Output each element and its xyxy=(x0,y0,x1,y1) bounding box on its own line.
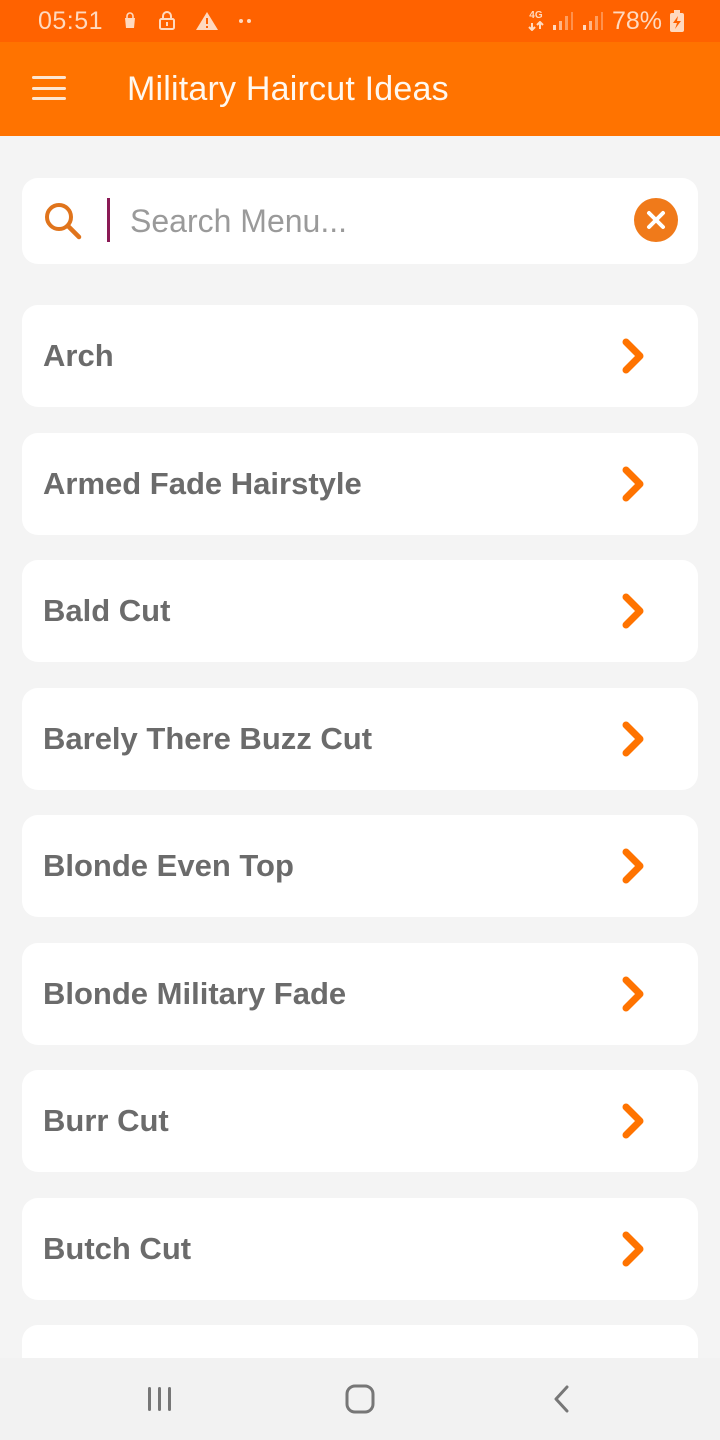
chevron-right-icon xyxy=(616,1230,652,1268)
network-type-label: 4G xyxy=(529,10,543,21)
chevron-right-icon xyxy=(616,847,652,885)
list-item-label: Bald Cut xyxy=(43,593,171,628)
home-icon[interactable] xyxy=(300,1358,420,1440)
chevron-right-icon xyxy=(616,975,652,1013)
list-item[interactable]: Butch Cut xyxy=(22,1197,698,1300)
list-item-label: Burr Cut xyxy=(43,1103,169,1138)
list-viewport: Arch Armed Fade Hairstyle Bald Cut Barely T… xyxy=(0,135,720,1358)
app-title: Military Haircut Ideas xyxy=(127,70,449,108)
lock-icon xyxy=(157,11,177,31)
network-type-icon: 4G xyxy=(528,11,544,31)
chevron-right-icon xyxy=(616,592,652,630)
list-item-label: Barely There Buzz Cut xyxy=(43,720,373,756)
battery-charging-icon xyxy=(670,10,684,32)
list-item-label: Butch Cut xyxy=(43,1230,192,1266)
list-item-label: Blonde Military Fade xyxy=(43,975,347,1011)
list-item[interactable]: Bald Cut xyxy=(22,560,698,662)
list-item-label: Armed Fade Hairstyle xyxy=(43,465,362,501)
list-item[interactable] xyxy=(22,1325,698,1358)
status-right: 4G 78% xyxy=(528,0,684,42)
list-item[interactable]: Barely There Buzz Cut xyxy=(22,687,698,790)
back-icon[interactable] xyxy=(502,1358,622,1440)
status-left: 05:51 xyxy=(38,0,253,42)
signal-icon-2 xyxy=(582,10,604,32)
more-dots-icon xyxy=(237,18,253,24)
app-bar: Military Haircut Ideas xyxy=(0,42,720,136)
shopping-bag-icon xyxy=(121,12,139,30)
chevron-right-icon xyxy=(616,337,652,375)
status-bar: 05:51 4G 78% xyxy=(0,0,720,42)
list-item[interactable]: Blonde Military Fade xyxy=(22,942,698,1045)
signal-icon-1 xyxy=(552,10,574,32)
warning-icon xyxy=(195,11,219,31)
chevron-right-icon xyxy=(616,465,652,503)
status-time: 05:51 xyxy=(38,6,104,35)
list-item-label: Arch xyxy=(43,338,114,373)
chevron-right-icon xyxy=(616,720,652,758)
list-item-label: Blonde Even Top xyxy=(43,848,294,883)
battery-percent: 78% xyxy=(611,6,662,35)
list-item[interactable]: Armed Fade Hairstyle xyxy=(22,432,698,535)
hamburger-menu-icon[interactable] xyxy=(32,76,66,100)
chevron-right-icon xyxy=(616,1102,652,1140)
list-item[interactable]: Blonde Even Top xyxy=(22,815,698,917)
list-item[interactable]: Arch xyxy=(22,305,698,407)
navigation-bar xyxy=(0,1358,720,1440)
list-item[interactable]: Burr Cut xyxy=(22,1070,698,1172)
recents-icon[interactable] xyxy=(100,1358,220,1440)
